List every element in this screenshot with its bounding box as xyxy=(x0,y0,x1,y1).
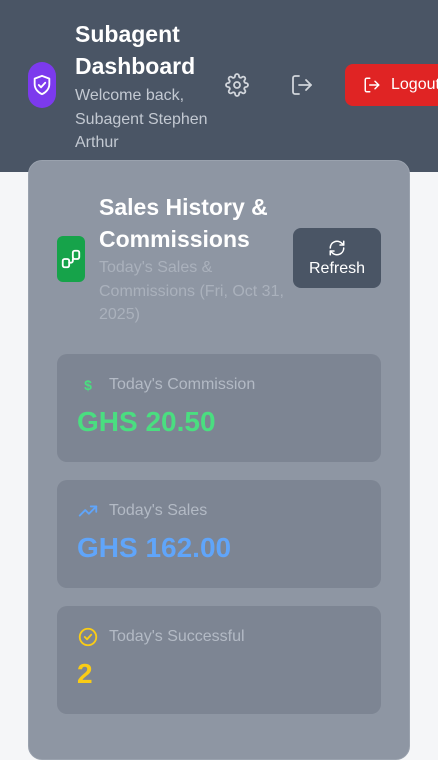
trending-up-icon xyxy=(77,500,99,522)
logout-icon xyxy=(364,77,380,93)
stat-card-successful: Today's Successful 2 xyxy=(57,606,381,714)
refresh-button[interactable]: Refresh xyxy=(293,228,381,288)
refresh-icon xyxy=(329,240,345,255)
settings-button[interactable] xyxy=(222,70,252,100)
welcome-text: Welcome back, Subagent Stephen Arthur xyxy=(75,87,208,151)
shield-check-icon xyxy=(28,62,56,108)
gear-icon xyxy=(225,73,249,97)
panel-title: Sales History & Commissions xyxy=(99,194,268,252)
stat-value: GHS 20.50 xyxy=(77,406,216,437)
chart-icon xyxy=(57,236,85,282)
exit-button[interactable] xyxy=(287,70,317,100)
stat-card-commission: $ Today's Commission GHS 20.50 xyxy=(57,354,381,462)
stat-value: GHS 162.00 xyxy=(77,532,232,563)
check-circle-icon xyxy=(77,626,99,648)
refresh-label: Refresh xyxy=(308,259,366,277)
dollar-icon: $ xyxy=(84,377,92,393)
logout-label: Logout xyxy=(391,76,438,93)
panel-subtitle: Today's Sales & Commissions (Fri, Oct 31… xyxy=(99,259,284,323)
stat-card-sales: Today's Sales GHS 162.00 xyxy=(57,480,381,588)
logout-button[interactable]: Logout xyxy=(345,64,438,106)
page-title: Subagent Dashboard xyxy=(75,21,196,79)
app-header: Subagent Dashboard Welcome back, Subagen… xyxy=(0,0,438,172)
stat-label: Today's Commission xyxy=(109,376,256,393)
stat-label: Today's Successful xyxy=(109,628,245,645)
stat-label: Today's Sales xyxy=(109,502,208,519)
stat-value: 2 xyxy=(77,658,93,689)
sign-out-icon xyxy=(292,75,312,95)
